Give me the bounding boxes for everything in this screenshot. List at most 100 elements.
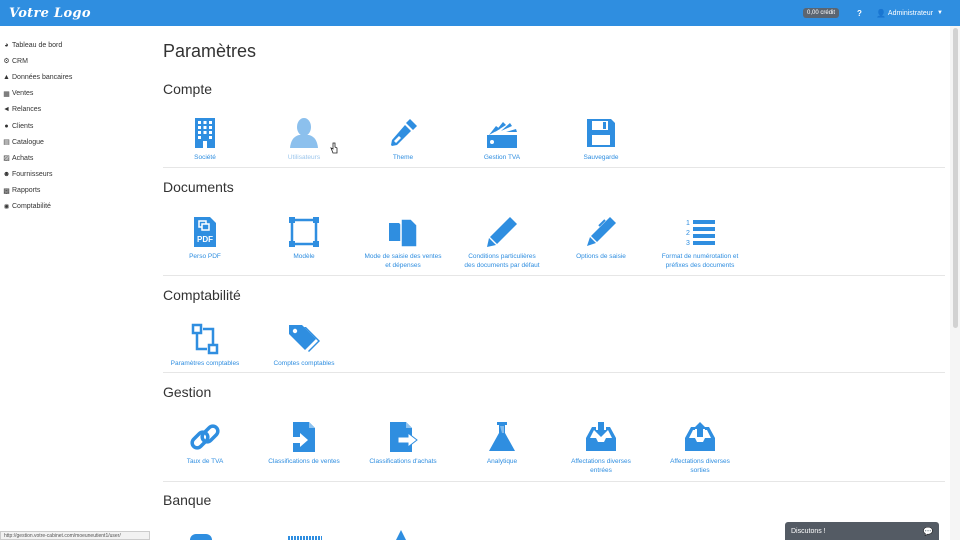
tile-label: Gestion TVA [483, 154, 521, 161]
section-title-gestion: Gestion [163, 384, 212, 400]
sidebar-item-rapports[interactable]: ▩ Rapports [0, 183, 150, 199]
tile-theme[interactable]: Theme [353, 116, 453, 162]
sales-icon: ▦ [3, 90, 10, 98]
tile-banque-2-partial[interactable] [288, 536, 322, 540]
tile-label: Theme [392, 154, 414, 161]
tile-perso-pdf[interactable]: PDF Perso PDF [155, 215, 255, 261]
user-icon: 👤 [875, 8, 886, 18]
tile-label: Affectations diverses entrées [571, 458, 631, 474]
flask-icon [489, 422, 515, 451]
user-icon [290, 118, 318, 148]
sidebar-item-label: Tableau de bord [12, 41, 63, 49]
catalog-icon: ▤ [3, 139, 10, 147]
tile-label: Perso PDF [189, 253, 221, 260]
tile-classifications-ventes[interactable]: Classifications de ventes [254, 420, 354, 466]
user-icon: ☻ [2, 171, 11, 179]
vertical-scrollbar[interactable] [950, 26, 960, 540]
file-export-icon [390, 422, 418, 452]
scrollbar-thumb[interactable] [953, 28, 958, 328]
building-icon [195, 118, 215, 148]
sidebar-item-label: Ventes [12, 90, 34, 98]
color-swatches-icon [487, 122, 517, 148]
user-menu-label: Administrateur [887, 9, 934, 17]
sidebar-item-ventes[interactable]: ▦ Ventes [0, 86, 150, 102]
pdf-file-icon: PDF [194, 217, 216, 247]
tile-banque-1-partial[interactable] [190, 534, 212, 540]
sidebar-item-label: Fournisseurs [12, 171, 53, 179]
help-icon[interactable]: ? [857, 9, 862, 18]
sidebar-item-catalogue[interactable]: ▤ Catalogue [0, 134, 150, 150]
sidebar-item-achats[interactable]: ▨ Achats [0, 150, 150, 166]
tile-label: Société [194, 154, 216, 161]
tile-banque-3-partial[interactable] [396, 530, 406, 540]
megaphone-icon: ◄ [3, 106, 10, 114]
sidebar-item-label: Relances [12, 106, 42, 114]
sidebar-item-relances[interactable]: ◄ Relances [0, 102, 150, 118]
pen-icon [587, 217, 616, 246]
svg-text:3: 3 [686, 240, 690, 247]
tile-affectations-entrees[interactable]: Affectations diverses entrées [551, 420, 651, 475]
chat-label: Discutons ! [791, 527, 826, 535]
dashboard-icon: ◕ [4, 41, 9, 49]
tile-label: Conditions particulières des documents pa… [464, 253, 540, 269]
users-icon: ● [4, 122, 9, 130]
tools-icon: ✺ [3, 203, 10, 211]
tile-label: Paramètres comptables [170, 360, 240, 367]
copy-files-icon [389, 218, 418, 248]
tile-taux-tva[interactable]: Taux de TVA [155, 420, 255, 466]
credit-badge[interactable]: 0,00 crédit [803, 8, 840, 18]
section-divider [163, 275, 945, 276]
link-icon [190, 424, 220, 450]
tile-label: Taux de TVA [186, 458, 224, 465]
tile-label: Affectations diverses sorties [670, 458, 730, 474]
page-title: Paramètres [163, 41, 257, 61]
tile-societe[interactable]: Société [155, 116, 255, 162]
vector-square-icon [289, 217, 319, 247]
tile-options-saisie[interactable]: Options de saisie [551, 215, 651, 261]
sidebar-item-crm[interactable]: ⚙ CRM [0, 53, 150, 69]
svg-text:1: 1 [686, 220, 690, 227]
gear-icon: ⚙ [3, 58, 10, 66]
tile-label: Sauvegarde [583, 154, 619, 161]
section-title-comptabilite: Comptabilité [163, 287, 241, 303]
tile-modele[interactable]: Modèle [254, 215, 354, 261]
mouse-cursor-icon [330, 141, 338, 154]
sidebar-item-donnees-bancaires[interactable]: ▲ Données bancaires [0, 69, 150, 85]
topbar-right: 0,00 crédit ? 👤 Administrateur ▼ [803, 0, 960, 26]
tile-utilisateurs[interactable]: Utilisateurs [254, 116, 354, 162]
svg-text:2: 2 [686, 230, 690, 237]
sidebar-item-tableau-de-bord[interactable]: ◕ Tableau de bord [0, 37, 150, 53]
sidebar-item-comptabilite[interactable]: ✺ Comptabilité [0, 199, 150, 215]
tile-gestion-tva[interactable]: Gestion TVA [452, 116, 552, 162]
sidebar-item-fournisseurs[interactable]: ☻ Fournisseurs [0, 167, 150, 183]
tile-classifications-achats[interactable]: Classifications d'achats [353, 420, 453, 466]
tile-label: Comptes comptables [273, 360, 335, 367]
tile-label: Format de numérotation et préfixes des do… [661, 253, 739, 269]
sidebar-item-label: Rapports [12, 187, 41, 195]
sidebar-item-clients[interactable]: ● Clients [0, 118, 150, 134]
file-import-icon [290, 422, 315, 452]
tile-conditions-particulieres[interactable]: Conditions particulières des documents pa… [452, 215, 552, 270]
section-title-banque: Banque [163, 492, 212, 508]
tile-format-numerotation[interactable]: 1 2 3 Format de numérotation et préfixes … [650, 215, 750, 270]
user-menu[interactable]: 👤 Administrateur ▼ [876, 9, 943, 18]
tile-analytique[interactable]: Analytique [452, 420, 552, 466]
brand-logo[interactable]: Votre Logo [9, 6, 91, 21]
chat-widget[interactable]: Discutons ! 💬 [785, 522, 939, 540]
tile-sauvegarde[interactable]: Sauvegarde [551, 116, 651, 162]
tile-parametres-comptables[interactable]: Paramètres comptables [155, 322, 255, 368]
tile-mode-saisie[interactable]: Mode de saisie des ventes et dépenses [353, 215, 453, 270]
tile-comptes-comptables[interactable]: Comptes comptables [254, 322, 354, 368]
section-title-compte: Compte [163, 81, 213, 97]
top-navbar: Votre Logo 0,00 crédit ? 👤 Administrateu… [0, 0, 960, 26]
status-bar-url: http://gestion.votre-cabinet.com/moeuneu… [0, 531, 150, 540]
section-divider [163, 481, 945, 482]
tile-affectations-sorties[interactable]: Affectations diverses sorties [650, 420, 750, 475]
section-title-documents: Documents [163, 179, 234, 195]
eyedropper-icon [391, 119, 417, 146]
transfer-icon [191, 323, 219, 355]
numbered-list-icon: 1 2 3 [686, 220, 715, 247]
pencil-icon [487, 217, 517, 247]
sidebar-item-label: Catalogue [12, 138, 44, 146]
sidebar-item-label: CRM [12, 57, 28, 65]
